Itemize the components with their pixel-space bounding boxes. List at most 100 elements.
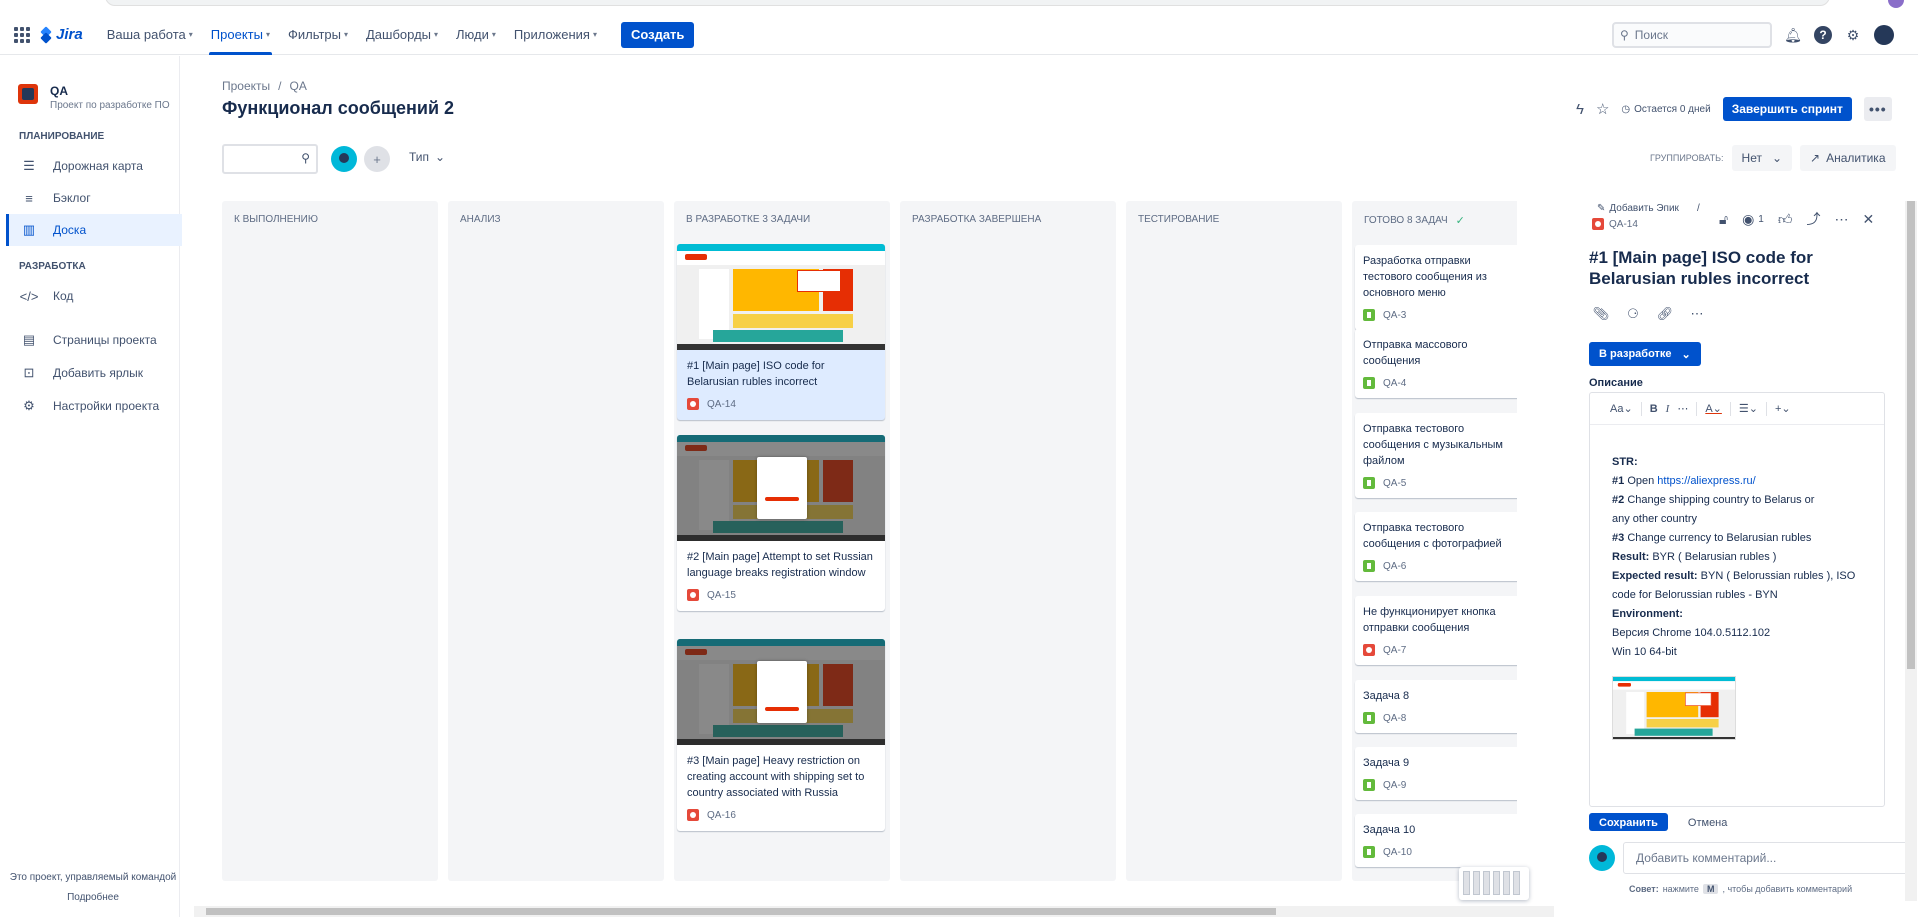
- issue-summary: Отправка тестового сообщения с фотографи…: [1363, 522, 1502, 550]
- nav-people-label: Люди: [456, 27, 489, 42]
- nav-projects[interactable]: Проекты ▾: [208, 15, 273, 55]
- project-header[interactable]: QA Проект по разработке ПО: [18, 84, 170, 111]
- like-thumb-icon[interactable]: 👍︎: [1778, 211, 1793, 228]
- assignee-avatar[interactable]: [331, 146, 357, 172]
- sidebar-item-board[interactable]: ▥ Доска: [6, 214, 182, 246]
- search-icon: ⚲: [1620, 28, 1629, 42]
- child-issue-icon[interactable]: ⚆: [1621, 302, 1645, 326]
- bug-icon: [687, 589, 699, 601]
- link-icon[interactable]: 🔗︎: [1653, 302, 1677, 326]
- browser-profile-icon[interactable]: [1888, 0, 1904, 8]
- italic-icon[interactable]: I: [1666, 403, 1670, 415]
- complete-sprint-button[interactable]: Завершить спринт: [1722, 97, 1852, 121]
- more-formatting-icon[interactable]: ⋯: [1677, 402, 1688, 415]
- lightning-icon[interactable]: ϟ: [1576, 101, 1584, 118]
- top-navigation: Jira Ваша работа ▾ Проекты ▾ Фильтры ▾ Дашб…: [0, 15, 1918, 55]
- description-editor[interactable]: Aa⌄ B I ⋯ A⌄ ☰⌄ +⌄ STR: #1 Open https://…: [1589, 392, 1885, 807]
- add-people-icon[interactable]: +: [364, 146, 390, 172]
- learn-more-link[interactable]: Подробнее: [0, 892, 186, 903]
- issue-card[interactable]: Задача 8 QA-8: [1355, 680, 1517, 733]
- issue-key: QA-14: [707, 398, 736, 410]
- issue-card[interactable]: Не функционирует кнопка отправки сообщен…: [1355, 596, 1517, 665]
- text-color-icon[interactable]: A⌄: [1705, 402, 1722, 415]
- lock-icon[interactable]: 🔓︎: [1719, 211, 1728, 228]
- issue-key: QA-8: [1383, 712, 1407, 724]
- issue-key-row: QA-3: [1363, 301, 1517, 330]
- sidebar-item-add-shortcut[interactable]: ⊡ Добавить ярлык: [6, 357, 182, 389]
- breadcrumb-qa[interactable]: QA: [290, 79, 307, 93]
- attached-screenshot[interactable]: [1612, 676, 1736, 740]
- issue-key-row: QA-7: [1363, 636, 1517, 665]
- breadcrumb-projects[interactable]: Проекты: [222, 79, 270, 93]
- issue-card[interactable]: #3 [Main page] Heavy restriction on crea…: [677, 639, 885, 831]
- chevron-down-icon: ⌄: [1681, 348, 1691, 361]
- groupby-select[interactable]: Нет ⌄: [1731, 145, 1793, 171]
- jira-logo[interactable]: Jira: [40, 26, 83, 43]
- board-minimap[interactable]: [1459, 867, 1529, 900]
- panel-vertical-scrollbar[interactable]: [1905, 201, 1917, 901]
- issue-key-row: QA-4: [1363, 369, 1517, 398]
- create-button[interactable]: Создать: [620, 21, 695, 48]
- chevron-down-icon: ▾: [343, 30, 348, 39]
- issue-card[interactable]: Отправка тестового сообщения с музыкальн…: [1355, 413, 1517, 498]
- issue-summary: Задача 10: [1363, 824, 1416, 836]
- browser-address-bar[interactable]: [105, 0, 1830, 6]
- issue-card[interactable]: Отправка массового сообщения QA-4: [1355, 329, 1517, 398]
- sidebar-item-project-settings[interactable]: ⚙ Настройки проекта: [6, 390, 182, 422]
- issue-card[interactable]: Отправка тестового сообщения с фотографи…: [1355, 512, 1517, 581]
- more-actions-button[interactable]: •••: [1863, 97, 1892, 121]
- board-horizontal-scrollbar[interactable]: [194, 906, 1554, 917]
- sidebar-item-project-pages[interactable]: ▤ Страницы проекта: [6, 324, 182, 356]
- help-icon[interactable]: ?: [1814, 26, 1832, 44]
- issue-card[interactable]: #2 [Main page] Attempt to set Russian la…: [677, 435, 885, 611]
- issue-card[interactable]: #1 [Main page] ISO code for Belarusian r…: [677, 244, 885, 420]
- sidebar-item-backlog[interactable]: ≡ Бэклог: [6, 182, 182, 214]
- user-avatar[interactable]: [1874, 25, 1894, 45]
- issue-key-link[interactable]: QA-14: [1592, 218, 1638, 230]
- watch-eye-icon[interactable]: ◉ 1: [1742, 211, 1764, 228]
- share-icon[interactable]: ⤴: [1807, 209, 1821, 229]
- attach-icon[interactable]: 📎︎: [1589, 302, 1613, 326]
- issue-title[interactable]: #1 [Main page] ISO code for Belarusian r…: [1589, 247, 1859, 289]
- issue-card[interactable]: Задача 10 QA-10: [1355, 814, 1517, 867]
- nav-filters[interactable]: Фильтры ▾: [286, 15, 350, 55]
- story-icon: [1363, 309, 1375, 321]
- sidebar-item-code[interactable]: </> Код: [6, 280, 182, 312]
- bold-icon[interactable]: B: [1650, 403, 1658, 415]
- text-style-dropdown[interactable]: Aa⌄: [1610, 402, 1633, 415]
- issue-card[interactable]: Разработка отправки тестового сообщения …: [1355, 245, 1517, 330]
- insert-plus-icon[interactable]: +⌄: [1775, 402, 1791, 415]
- sidebar-item-label: Доска: [53, 223, 87, 237]
- issue-card[interactable]: Задача 9 QA-9: [1355, 747, 1517, 800]
- type-filter[interactable]: Тип ⌄: [409, 150, 445, 164]
- step2-label: #2: [1612, 494, 1625, 506]
- notifications-bell-icon[interactable]: 🔔︎: [1782, 24, 1804, 46]
- sidebar-item-roadmap[interactable]: ☰ Дорожная карта: [6, 150, 182, 182]
- status-dropdown[interactable]: В разработке ⌄: [1589, 342, 1701, 366]
- panel-actions: 🔓︎ ◉ 1 👍︎ ⤴ ⋯ ✕: [1719, 209, 1874, 229]
- star-icon[interactable]: ☆: [1596, 100, 1609, 118]
- list-icon[interactable]: ☰⌄: [1739, 402, 1758, 415]
- close-icon[interactable]: ✕: [1863, 211, 1875, 228]
- nav-dashboards[interactable]: Дашборды ▾: [364, 15, 440, 55]
- bug-icon: [1363, 644, 1375, 656]
- add-shortcut-icon: ⊡: [23, 365, 35, 380]
- nav-apps[interactable]: Приложения ▾: [512, 15, 599, 55]
- column-todo: К выполнению: [222, 201, 438, 881]
- save-button[interactable]: Сохранить: [1589, 813, 1668, 831]
- board-search-input[interactable]: ⚲: [222, 144, 318, 174]
- comment-input[interactable]: Добавить комментарий...: [1623, 842, 1909, 874]
- nav-your-work[interactable]: Ваша работа ▾: [105, 15, 195, 55]
- more-icon[interactable]: ⋯: [1685, 302, 1709, 326]
- aliexpress-link[interactable]: https://aliexpress.ru/: [1657, 475, 1755, 487]
- settings-gear-icon[interactable]: ⚙: [1842, 24, 1864, 46]
- app-switcher-icon[interactable]: [14, 26, 30, 43]
- cancel-button[interactable]: Отмена: [1678, 813, 1737, 831]
- add-epic-link[interactable]: ✎ Добавить Эпик /: [1597, 203, 1700, 214]
- avatar: [1589, 845, 1615, 871]
- global-search-input[interactable]: ⚲ Поиск: [1612, 22, 1772, 48]
- expected-label: Expected result:: [1612, 570, 1698, 582]
- more-icon[interactable]: ⋯: [1835, 211, 1849, 228]
- analytics-button[interactable]: ↗ Аналитика: [1800, 145, 1896, 171]
- nav-people[interactable]: Люди ▾: [454, 15, 498, 55]
